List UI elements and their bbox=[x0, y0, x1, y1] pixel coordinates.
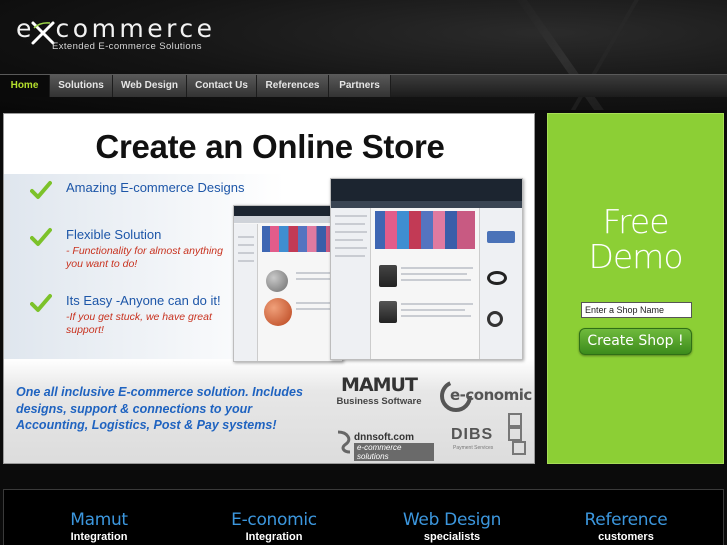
free-demo-title-line2: Demo bbox=[588, 237, 683, 276]
screenshot-banner bbox=[262, 226, 340, 252]
nav-item-web-design[interactable]: Web Design bbox=[113, 75, 187, 97]
store-screenshot-small bbox=[233, 205, 343, 362]
logo-tagline: Extended E-commerce Solutions bbox=[52, 41, 202, 52]
promo-banner[interactable]: Create an Online Store Amazing E-commerc… bbox=[3, 113, 535, 464]
economic-logo: e-conomic bbox=[440, 376, 532, 416]
feature-subtitle: - Functionality for almost anything you … bbox=[66, 245, 223, 270]
nav-filler bbox=[391, 75, 727, 97]
text-line bbox=[296, 308, 330, 310]
store-screenshot-large bbox=[330, 178, 523, 360]
free-demo-title-line1: Free bbox=[602, 202, 669, 241]
text-line bbox=[238, 260, 254, 262]
text-line bbox=[296, 278, 332, 280]
text-line bbox=[238, 236, 254, 238]
service-reference[interactable]: Reference customers bbox=[546, 510, 706, 543]
service-title: Web Design bbox=[402, 510, 502, 530]
dibs-logo-subtitle: Payment Services bbox=[453, 445, 494, 451]
mamut-logo-text: MAMUT bbox=[341, 374, 418, 396]
create-shop-button[interactable]: Create Shop ! bbox=[579, 328, 692, 355]
services-strip: Mamut Integration E-conomic Integration … bbox=[3, 489, 724, 545]
screenshot-header bbox=[234, 206, 342, 216]
service-title: E-conomic bbox=[231, 510, 317, 530]
mamut-logo: MAMUT Business Software bbox=[334, 374, 424, 407]
screenshot-banner bbox=[375, 211, 475, 249]
service-subtitle: Integration bbox=[245, 531, 303, 543]
service-mamut[interactable]: Mamut Integration bbox=[19, 510, 179, 543]
mamut-logo-subtitle: Business Software bbox=[336, 396, 422, 407]
text-line bbox=[335, 231, 367, 233]
nav-item-contact-us[interactable]: Contact Us bbox=[187, 75, 257, 97]
product-image bbox=[487, 311, 503, 327]
text-line bbox=[335, 215, 367, 217]
text-line bbox=[335, 247, 367, 249]
text-line bbox=[401, 279, 471, 281]
product-image bbox=[379, 265, 397, 287]
dibs-logo: DIBS Payment Services bbox=[449, 412, 529, 460]
text-line bbox=[401, 267, 473, 269]
text-line bbox=[335, 255, 365, 257]
dibs-logo-text: DIBS bbox=[451, 426, 494, 443]
text-line bbox=[335, 223, 365, 225]
feature-title: Flexible Solution bbox=[66, 227, 162, 242]
text-line bbox=[401, 309, 465, 311]
product-image bbox=[266, 270, 288, 292]
site-logo[interactable]: eXcommerce Extended E-commerce Solutions bbox=[16, 14, 216, 52]
checkmark-icon bbox=[30, 294, 52, 312]
free-demo-title: Free Demo bbox=[548, 204, 723, 274]
text-line bbox=[238, 244, 254, 246]
dnnsoft-logo-text: dnnsoft.com bbox=[354, 432, 414, 443]
nav-item-solutions[interactable]: Solutions bbox=[50, 75, 113, 97]
shop-name-input[interactable] bbox=[581, 302, 692, 318]
text-line bbox=[401, 315, 471, 317]
economic-logo-text: e-conomic bbox=[450, 386, 532, 404]
service-title: Reference bbox=[584, 510, 668, 530]
service-subtitle: specialists bbox=[423, 531, 481, 543]
service-title: Mamut bbox=[70, 510, 128, 530]
dnnsoft-logo-subtitle: e-commerce solutions bbox=[354, 443, 434, 461]
promo-tagline: One all inclusive E-commerce solution. I… bbox=[16, 385, 303, 432]
product-image bbox=[379, 301, 397, 323]
main-nav: Home Solutions Web Design Contact Us Ref… bbox=[0, 74, 727, 97]
dnnsoft-swirl-icon bbox=[337, 430, 351, 454]
dnnsoft-logo: dnnsoft.com e-commerce solutions bbox=[334, 426, 434, 461]
checkmark-icon bbox=[30, 228, 52, 246]
nav-item-partners[interactable]: Partners bbox=[329, 75, 391, 97]
checkmark-icon bbox=[30, 181, 52, 199]
text-line bbox=[238, 252, 254, 254]
product-image bbox=[487, 231, 515, 243]
promo-title: Create an Online Store bbox=[95, 128, 445, 165]
text-line bbox=[401, 303, 473, 305]
service-subtitle: Integration bbox=[70, 531, 128, 543]
text-line bbox=[401, 273, 467, 275]
feature-subtitle: -If you get stuck, we have great support… bbox=[66, 311, 212, 336]
service-web-design[interactable]: Web Design specialists bbox=[372, 510, 532, 543]
screenshot-header bbox=[331, 179, 522, 201]
service-subtitle: customers bbox=[598, 531, 654, 543]
free-demo-panel: Free Demo Create Shop ! bbox=[547, 113, 724, 464]
screenshot-nav bbox=[331, 201, 522, 208]
nav-item-references[interactable]: References bbox=[257, 75, 329, 97]
nav-item-home[interactable]: Home bbox=[0, 75, 50, 97]
text-line bbox=[335, 239, 363, 241]
feature-title: Amazing E-commerce Designs bbox=[66, 180, 245, 195]
product-image bbox=[264, 298, 292, 326]
dibs-blocks-icon bbox=[508, 413, 526, 455]
feature-title: Its Easy -Anyone can do it! bbox=[66, 293, 221, 308]
service-economic[interactable]: E-conomic Integration bbox=[194, 510, 354, 543]
screenshot-nav bbox=[234, 216, 342, 223]
product-image bbox=[487, 271, 507, 285]
